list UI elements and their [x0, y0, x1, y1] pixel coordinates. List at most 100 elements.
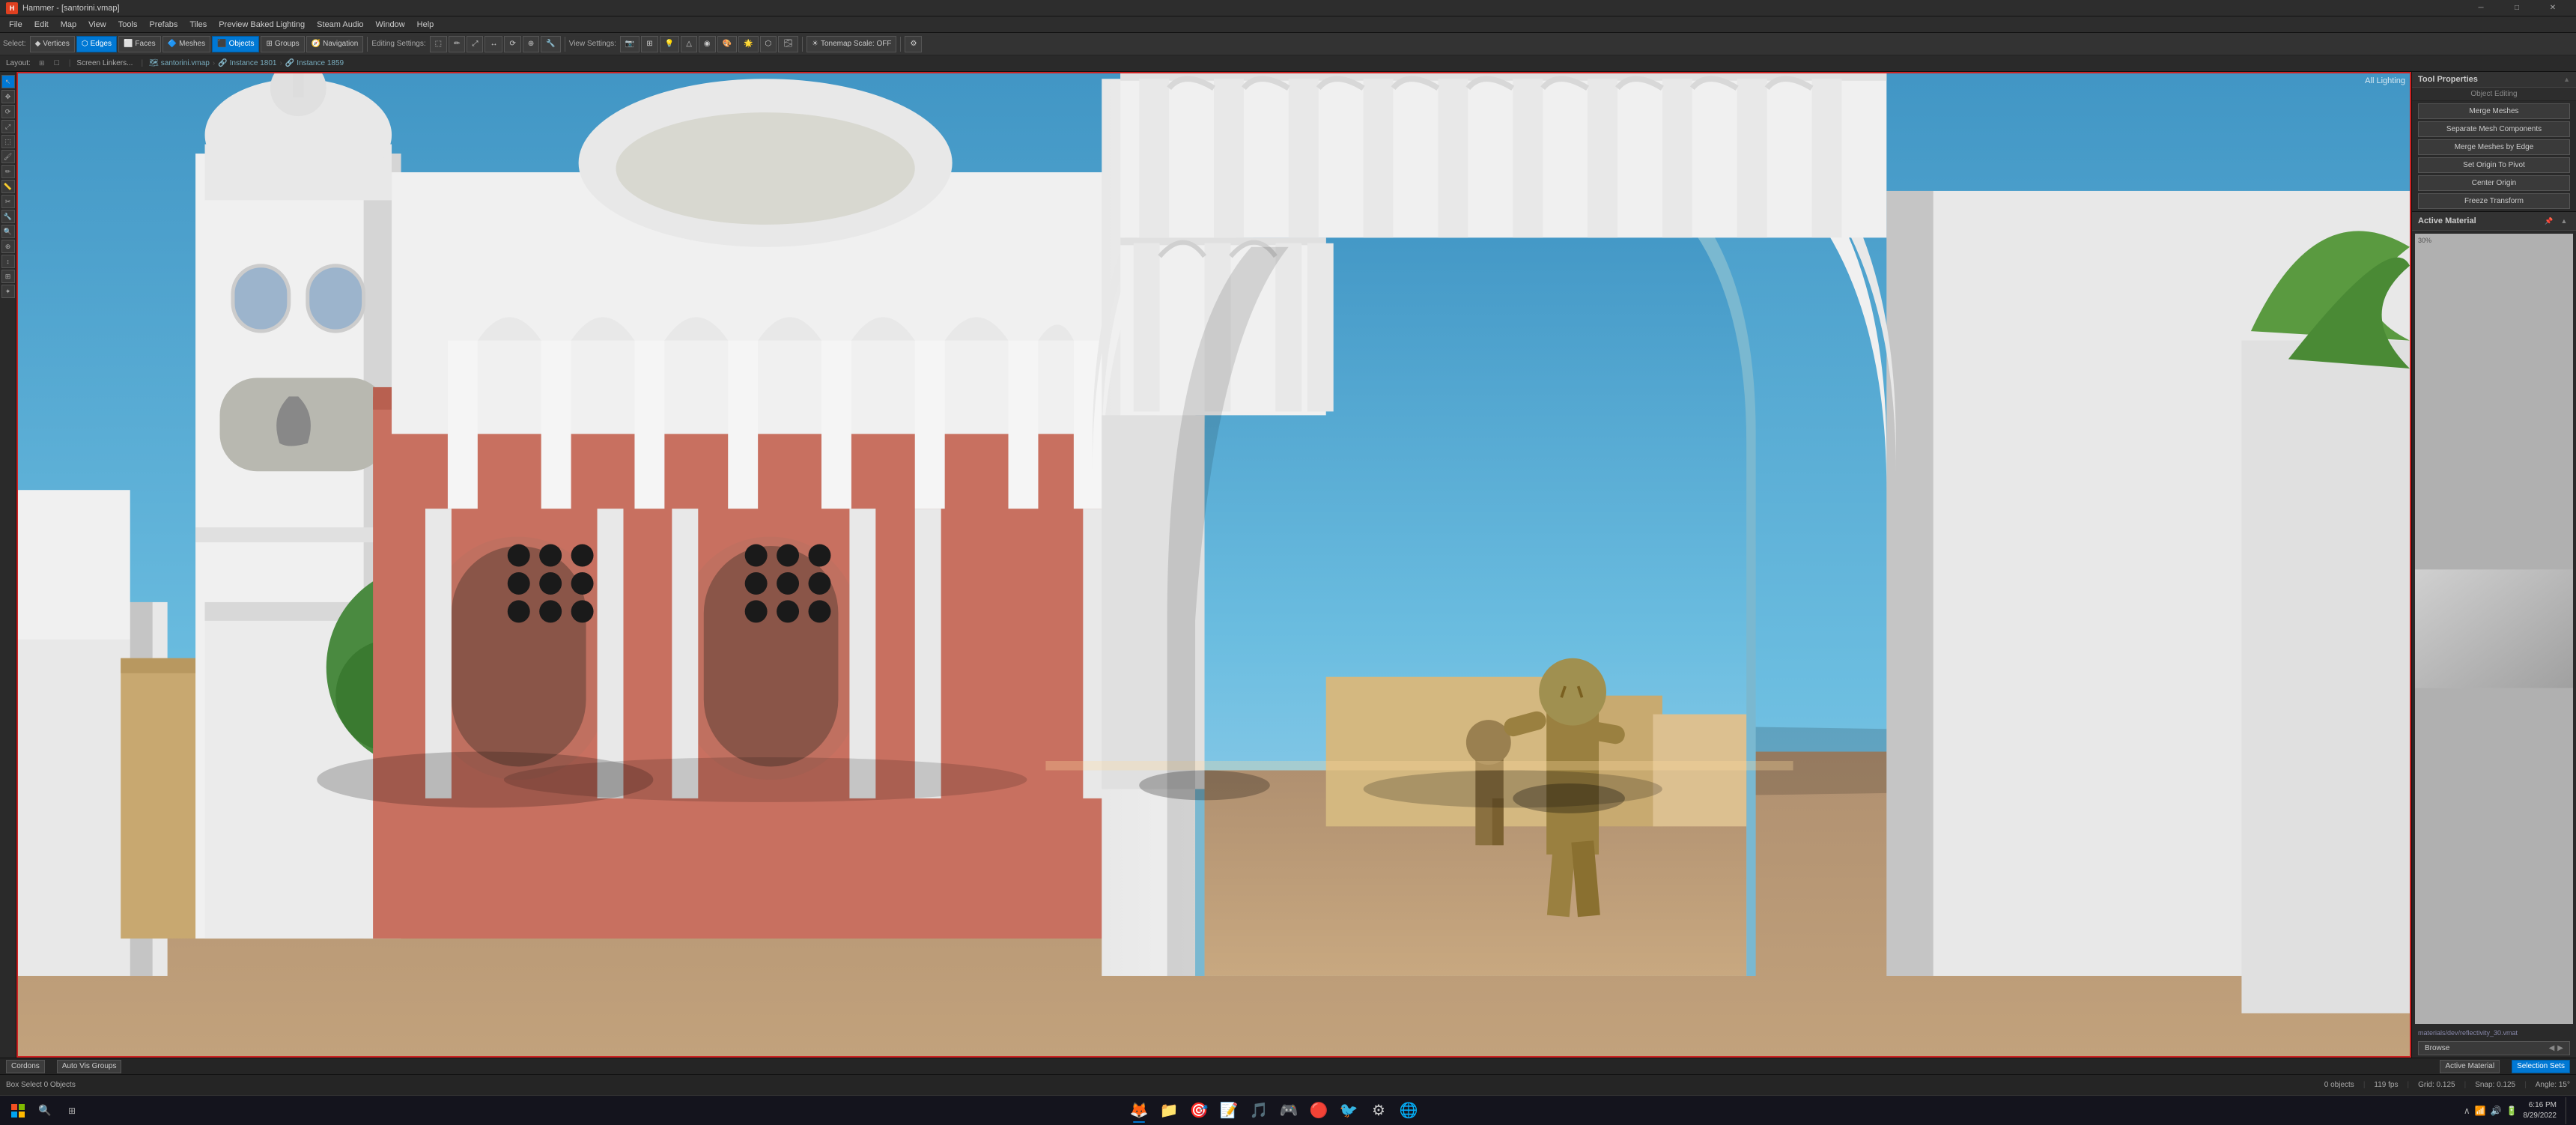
box-select-tool[interactable]: ⬚ [1, 135, 15, 148]
taskbar-app-8[interactable]: 🐦 [1335, 1097, 1362, 1124]
grid-tool[interactable]: ⊞ [1, 270, 15, 283]
layout-icon[interactable]: ⊞ [36, 58, 48, 70]
tonemap-scale-button[interactable]: ☀ Tonemap Scale: OFF [806, 36, 896, 52]
add-tool[interactable]: ⊕ [1, 240, 15, 253]
menu-map[interactable]: Map [55, 16, 82, 33]
meshes-button[interactable]: 🔷 Meshes [162, 36, 210, 52]
menu-tools[interactable]: Tools [112, 16, 144, 33]
view-tool-7[interactable]: 🌟 [738, 36, 758, 52]
view-tool-6[interactable]: 🎨 [717, 36, 737, 52]
tool-properties-header: Tool Properties ▲ [2412, 72, 2576, 88]
scene-settings-button[interactable]: ⚙ [905, 36, 922, 52]
menu-window[interactable]: Window [370, 16, 411, 33]
taskbar-app-7[interactable]: 🔴 [1305, 1097, 1332, 1124]
material-pin-icon[interactable]: 📌 [2543, 215, 2555, 227]
vertices-button[interactable]: ◆ Vertices [30, 36, 75, 52]
menu-steam-audio[interactable]: Steam Audio [311, 16, 369, 33]
panel-expand-icon[interactable]: ▲ [2563, 76, 2570, 83]
menu-prefabs[interactable]: Prefabs [143, 16, 183, 33]
taskbar-app-5[interactable]: 🎵 [1245, 1097, 1272, 1124]
freeze-transform-button[interactable]: Freeze Transform [2418, 193, 2570, 209]
taskbar-time[interactable]: 6:16 PM 8/29/2022 [2524, 1100, 2557, 1121]
align-tool[interactable]: ↕ [1, 255, 15, 268]
cordons-button[interactable]: Cordons [6, 1060, 45, 1073]
edit-tool[interactable]: ✏ [1, 165, 15, 178]
close-button[interactable]: ✕ [2536, 0, 2570, 16]
taskbar-search[interactable]: 🔍 [33, 1099, 57, 1123]
taskbar-app-3[interactable]: 🎯 [1185, 1097, 1212, 1124]
breadcrumb-file[interactable]: 🗺 santorini.vmap [149, 59, 210, 67]
menu-tiles[interactable]: Tiles [183, 16, 213, 33]
set-origin-to-pivot-button[interactable]: Set Origin To Pivot [2418, 157, 2570, 173]
objects-button[interactable]: ⬛ Objects [212, 36, 259, 52]
navigation-button[interactable]: 🧭 Navigation [306, 36, 364, 52]
auto-vis-groups-button[interactable]: Auto Vis Groups [57, 1060, 122, 1073]
tray-icon-up[interactable]: ∧ [2464, 1106, 2470, 1116]
browse-next-icon[interactable]: ▶ [2557, 1044, 2563, 1052]
view-tool-8[interactable]: ⬡ [760, 36, 777, 52]
groups-button[interactable]: ⊞ Groups [261, 36, 304, 52]
cut-tool[interactable]: ✂ [1, 195, 15, 208]
maximize-button[interactable]: □ [2500, 0, 2534, 16]
view-tool-2[interactable]: ⊞ [641, 36, 657, 52]
merge-meshes-by-edge-button[interactable]: Merge Meshes by Edge [2418, 139, 2570, 155]
view-tool-9[interactable]: 🌫 [778, 36, 798, 52]
menu-help[interactable]: Help [411, 16, 440, 33]
taskbar-app-10[interactable]: 🌐 [1395, 1097, 1422, 1124]
screen-label: Screen Linkers... [76, 59, 133, 67]
edit-tool-4[interactable]: ↔ [484, 36, 502, 52]
rotate-tool[interactable]: ⟳ [1, 105, 15, 118]
breadcrumb-instance2[interactable]: 🔗 Instance 1859 [285, 59, 344, 67]
edit-tool-3[interactable]: ⤢ [467, 36, 483, 52]
active-material-bottom-button[interactable]: Active Material [2440, 1060, 2500, 1073]
faces-button[interactable]: ⬜ Faces [118, 36, 161, 52]
taskbar-app-steam1[interactable]: 🎮 [1275, 1097, 1302, 1124]
menu-file[interactable]: File [3, 16, 28, 33]
move-tool[interactable]: ✥ [1, 90, 15, 103]
edit-tool-2[interactable]: ✏ [449, 36, 465, 52]
taskbar-app-4[interactable]: 📝 [1215, 1097, 1242, 1124]
zoom-tool[interactable]: 🔍 [1, 225, 15, 238]
browse-button[interactable]: Browse ◀ ▶ [2418, 1041, 2570, 1055]
edit-tool-6[interactable]: ⊕ [523, 36, 539, 52]
selection-sets-button[interactable]: Selection Sets [2512, 1060, 2570, 1073]
taskbar-app-files[interactable]: 📁 [1155, 1097, 1182, 1124]
view-tool-1[interactable]: 📷 [620, 36, 640, 52]
tray-icon-battery[interactable]: 🔋 [2506, 1106, 2518, 1116]
scale-tool[interactable]: ⤢ [1, 120, 15, 133]
view-tool-5[interactable]: ◉ [699, 36, 716, 52]
edges-button[interactable]: ⬡ Edges [76, 36, 117, 52]
separate-mesh-components-button[interactable]: Separate Mesh Components [2418, 121, 2570, 137]
minimize-button[interactable]: ─ [2464, 0, 2498, 16]
browse-prev-icon[interactable]: ◀ [2549, 1044, 2555, 1052]
menu-preview-baked-lighting[interactable]: Preview Baked Lighting [213, 16, 311, 33]
edit-tool-5[interactable]: ⟳ [504, 36, 520, 52]
weld-tool[interactable]: 🔧 [1, 210, 15, 223]
menu-view[interactable]: View [82, 16, 112, 33]
taskbar-app-9[interactable]: ⚙ [1365, 1097, 1392, 1124]
misc-tool[interactable]: ✦ [1, 285, 15, 298]
measure-tool[interactable]: 📏 [1, 180, 15, 193]
edit-tool-1[interactable]: ⬚ [430, 36, 447, 52]
start-button[interactable] [6, 1099, 30, 1123]
taskbar-app-firefox[interactable]: 🦊 [1126, 1097, 1152, 1124]
breadcrumb-instance1[interactable]: 🔗 Instance 1801 [218, 59, 276, 67]
view-tool-3[interactable]: 💡 [660, 36, 679, 52]
view-tool-4[interactable]: △ [681, 36, 697, 52]
center-origin-button[interactable]: Center Origin [2418, 175, 2570, 191]
menu-edit[interactable]: Edit [28, 16, 55, 33]
edit-icon-4: ↔ [490, 40, 497, 48]
show-desktop-button[interactable] [2566, 1097, 2570, 1124]
merge-meshes-button[interactable]: Merge Meshes [2418, 103, 2570, 119]
material-expand-icon[interactable]: ▲ [2558, 215, 2570, 227]
material-preview[interactable]: 30% [2415, 234, 2573, 1024]
tray-icon-network[interactable]: 📶 [2475, 1106, 2486, 1116]
tray-icon-volume[interactable]: 🔊 [2491, 1106, 2502, 1116]
select-tool[interactable]: ↖ [1, 75, 15, 88]
paint-tool[interactable]: 🖌 [1, 150, 15, 163]
edit-tool-7[interactable]: 🔧 [541, 36, 560, 52]
viewport[interactable]: All Lighting [16, 72, 2411, 1058]
faces-icon: ⬜ [124, 40, 133, 48]
task-view-button[interactable]: ⊞ [60, 1099, 84, 1123]
layout-toggle[interactable]: ☐ [51, 58, 63, 70]
